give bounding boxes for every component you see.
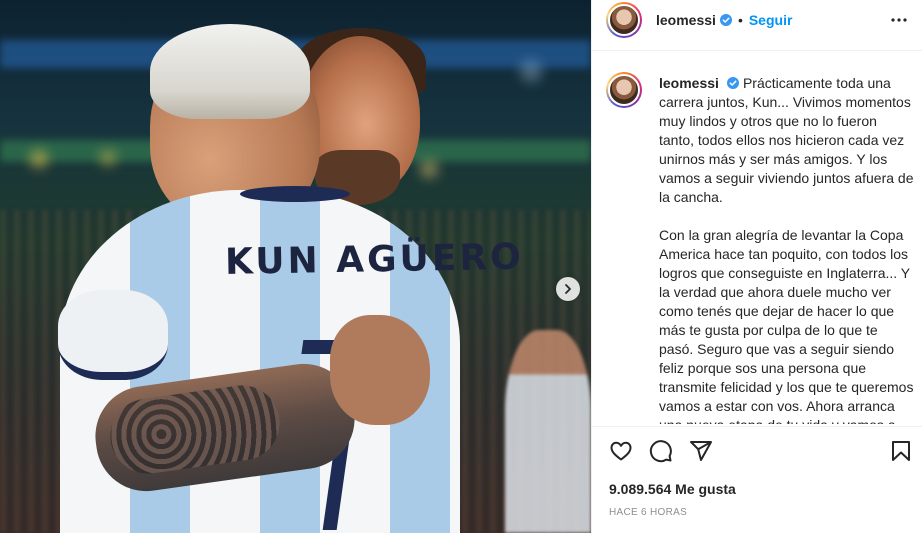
chevron-right-icon	[565, 284, 571, 294]
bokeh-light	[520, 60, 542, 82]
caption: leomessi Prácticamente toda una carrera …	[659, 74, 915, 424]
more-horizontal-icon	[891, 18, 907, 22]
player-bleached-hair	[150, 24, 310, 119]
comment-button[interactable]	[648, 438, 674, 464]
header-username[interactable]: leomessi	[656, 12, 716, 28]
avatar-image	[608, 4, 640, 36]
action-bar	[592, 438, 922, 468]
share-button[interactable]	[688, 438, 714, 464]
jersey-name-text: KUN AGÜERO	[224, 236, 525, 283]
jersey-sleeve	[58, 290, 168, 380]
hand	[330, 315, 430, 425]
avatar[interactable]	[606, 2, 642, 38]
save-button[interactable]	[888, 438, 914, 464]
avatar-image	[608, 74, 640, 106]
follow-button[interactable]: Seguir	[749, 12, 793, 28]
bookmark-icon	[892, 441, 910, 461]
separator-dot: •	[737, 12, 743, 28]
bokeh-light	[420, 160, 438, 178]
header-divider	[592, 50, 922, 51]
likes-count[interactable]: 9.089.564 Me gusta	[609, 481, 736, 497]
send-icon	[690, 441, 712, 461]
jersey-collar	[240, 186, 350, 202]
more-options-button[interactable]	[889, 10, 909, 30]
caption-avatar[interactable]	[606, 72, 642, 108]
like-button[interactable]	[608, 438, 634, 464]
caption-username[interactable]: leomessi	[659, 75, 719, 91]
post-side-panel: leomessi • Seguir leomessi Prácticamente…	[591, 0, 922, 533]
bokeh-light	[100, 150, 116, 166]
caption-scroll-area[interactable]: leomessi Prácticamente toda una carrera …	[606, 72, 916, 424]
actions-divider	[592, 426, 922, 427]
next-photo-button[interactable]	[556, 277, 580, 301]
bokeh-light	[30, 150, 48, 168]
post-timestamp[interactable]: HACE 6 HORAS	[609, 507, 687, 518]
heart-icon	[610, 441, 632, 461]
verified-badge-icon	[719, 14, 732, 26]
comment-icon	[649, 440, 672, 463]
background-player	[505, 330, 591, 533]
caption-text: Prácticamente toda una carrera juntos, K…	[659, 75, 914, 424]
verified-badge-icon	[726, 77, 739, 89]
post-photo[interactable]: KUN AGÜERO	[0, 0, 591, 533]
post-header: leomessi • Seguir	[592, 0, 922, 40]
